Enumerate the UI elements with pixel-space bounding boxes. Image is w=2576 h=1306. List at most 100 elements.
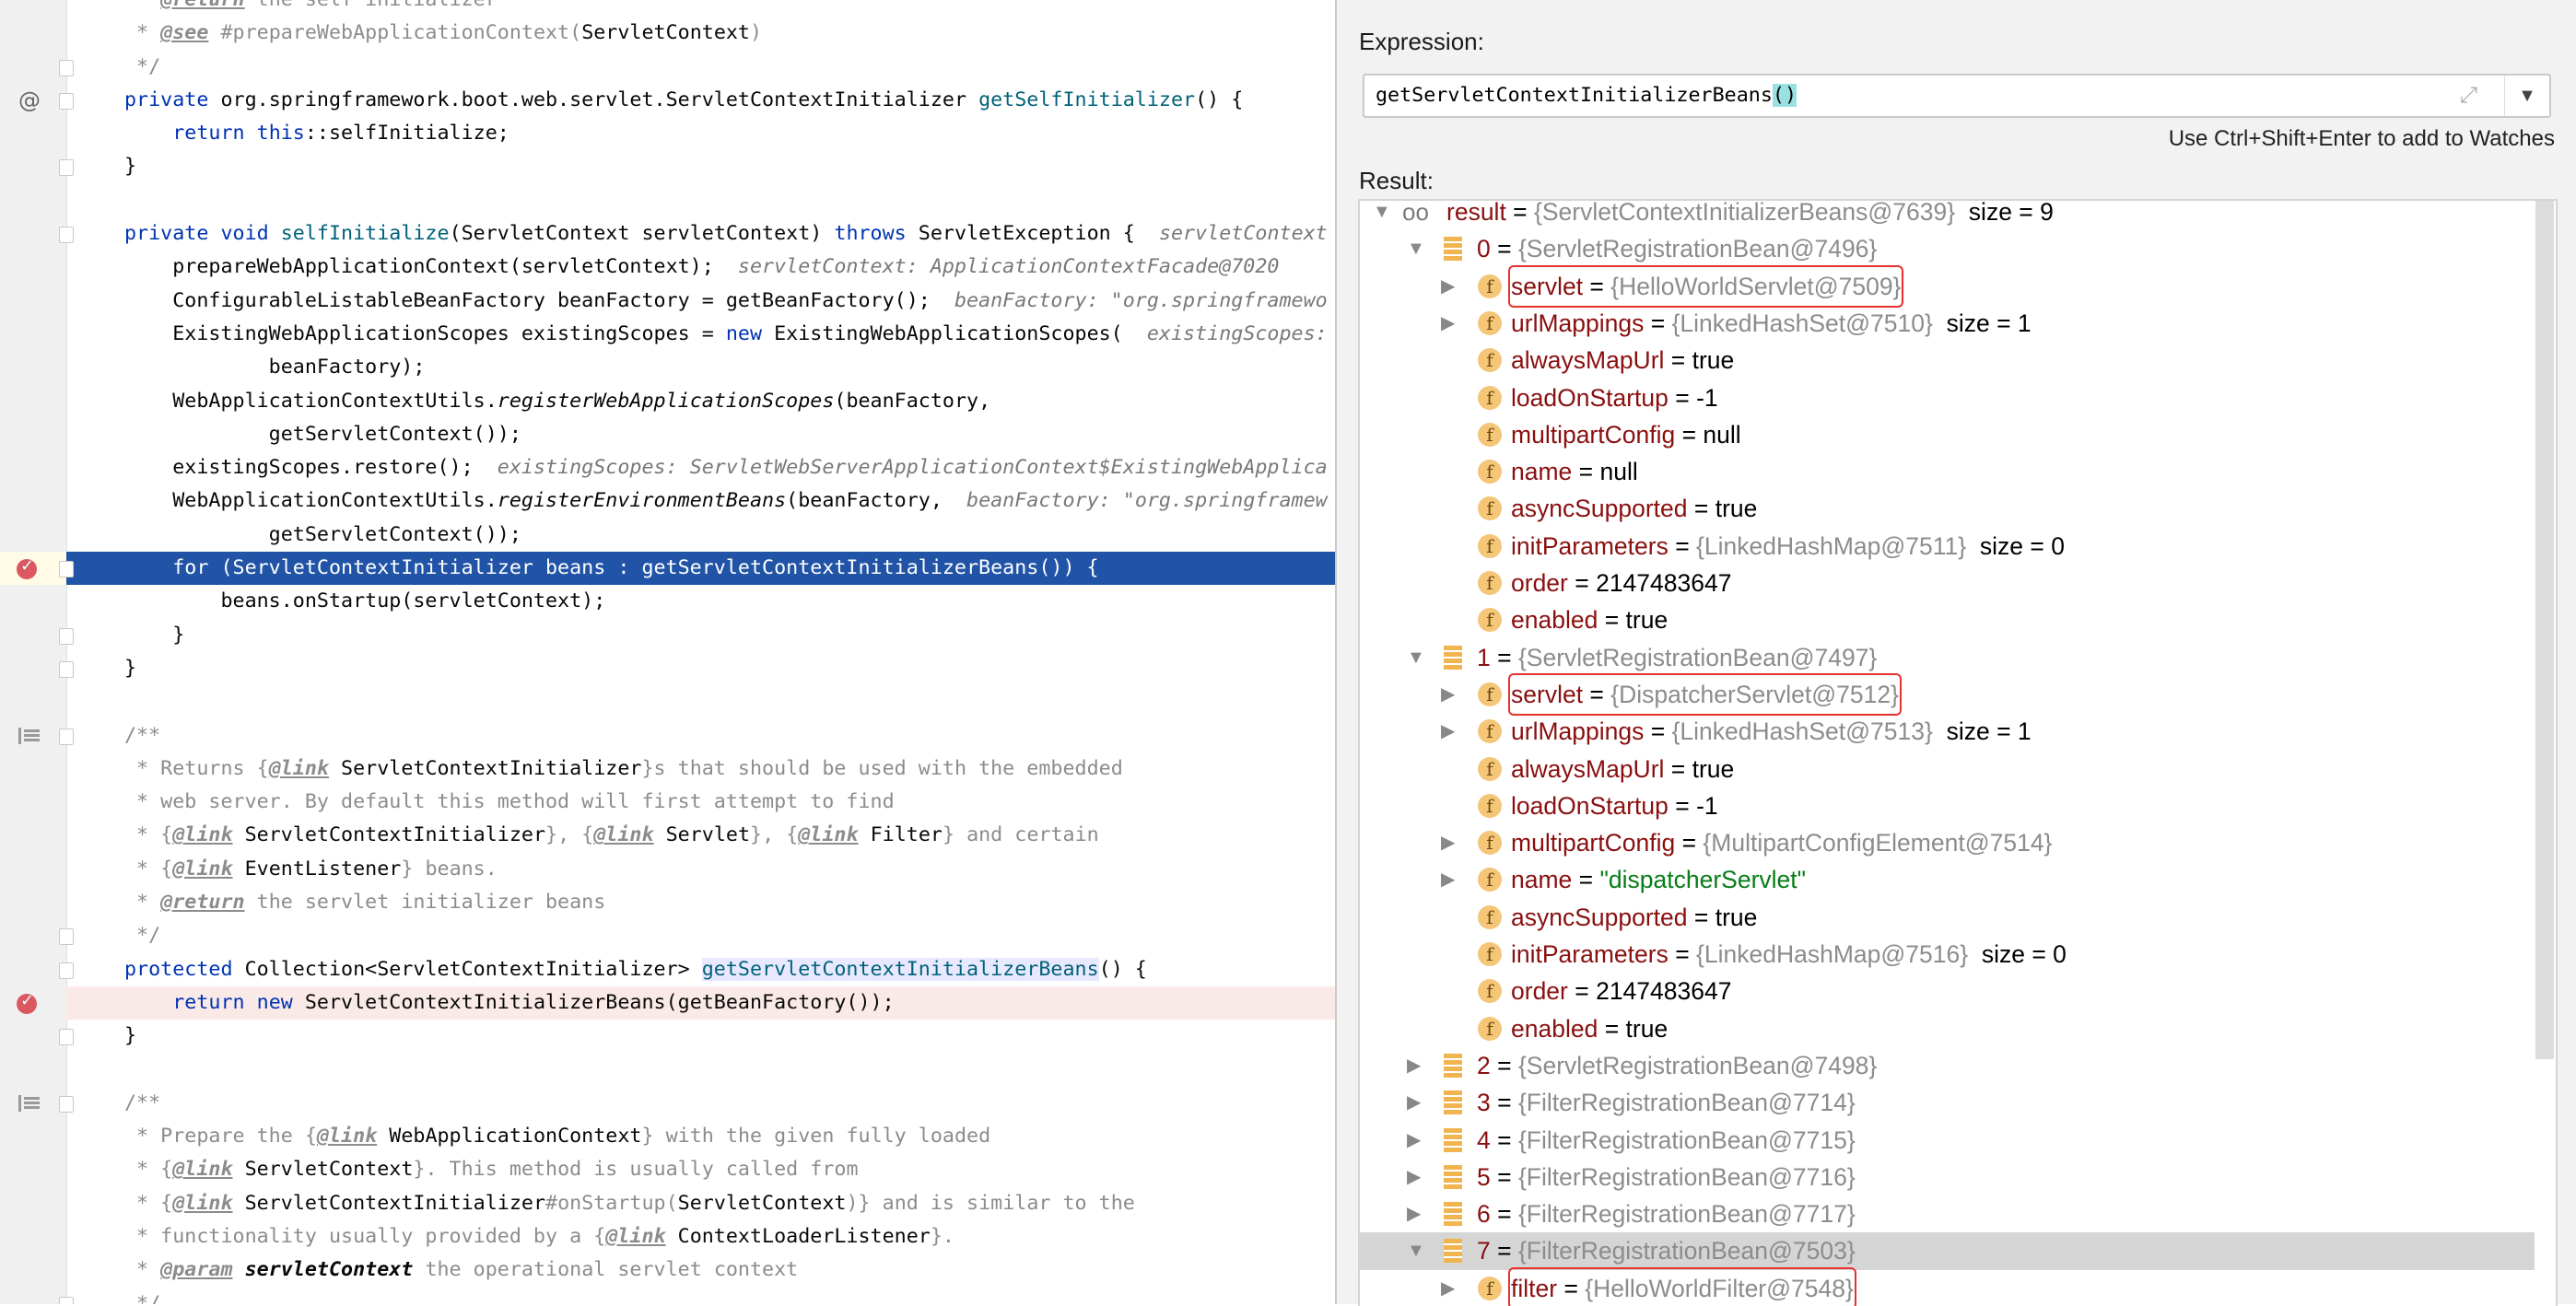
collapsed-arrow-icon[interactable]: ▶ (1407, 1047, 1425, 1084)
code-line[interactable]: * @see #prepareWebApplicationContext(Ser… (0, 17, 1335, 50)
code-line[interactable]: } (0, 652, 1335, 685)
code-line[interactable]: WebApplicationContextUtils.registerEnvir… (0, 484, 1335, 518)
tree-row[interactable]: ▶ f filter = {HelloWorldFilter@7548} (1360, 1266, 2535, 1306)
code-line[interactable]: * functionality usually provided by a {@… (0, 1220, 1335, 1254)
tree-row[interactable]: f enabled = true (1360, 601, 2535, 638)
code-line[interactable]: getServletContext()); (0, 418, 1335, 451)
code-line[interactable]: */ (0, 51, 1335, 84)
code-line[interactable]: } (0, 619, 1335, 652)
override-marker-icon[interactable]: @ (18, 84, 41, 117)
collapsed-arrow-icon[interactable]: ▶ (1407, 1195, 1425, 1232)
code-line[interactable]: return this::selfInitialize; (0, 117, 1335, 150)
collapsed-arrow-icon[interactable]: ▶ (1441, 305, 1459, 342)
code-editor[interactable]: * @return the self initializer * @see #p… (0, 0, 1335, 1304)
tree-row[interactable]: f loadOnStartup = -1 (1360, 379, 2535, 416)
collapsed-arrow-icon[interactable]: ▶ (1407, 1159, 1425, 1195)
code-line[interactable]: */ (0, 919, 1335, 952)
code-line[interactable]: protected Collection<ServletContextIniti… (0, 953, 1335, 986)
vertical-scrollbar[interactable] (2535, 201, 2554, 1059)
code-line[interactable] (0, 685, 1335, 718)
code-line[interactable]: private void selfInitialize(ServletConte… (0, 217, 1335, 251)
tree-row[interactable]: f order = 2147483647 (1360, 565, 2535, 601)
tree-row[interactable]: f multipartConfig = null (1360, 416, 2535, 453)
tree-row[interactable]: ▶ 6 = {FilterRegistrationBean@7717} (1360, 1195, 2535, 1232)
fold-marker-icon[interactable] (59, 928, 74, 946)
code-line[interactable]: * @param servletContext the operational … (0, 1254, 1335, 1287)
tree-row[interactable]: ▶ f urlMappings = {LinkedHashSet@7510} siz… (1360, 305, 2535, 342)
tree-row[interactable]: f asyncSupported = true (1360, 899, 2535, 936)
code-line[interactable]: * {@link ServletContextInitializer}, {@l… (0, 819, 1335, 852)
tree-row[interactable]: f enabled = true (1360, 1010, 2535, 1047)
expanded-arrow-icon[interactable]: ▼ (1407, 639, 1425, 676)
expression-input[interactable]: getServletContextInitializerBeans() ⤢ ▼ (1363, 74, 2551, 118)
fold-marker-icon[interactable] (59, 1029, 74, 1046)
fold-marker-icon[interactable] (59, 660, 74, 678)
tree-row[interactable]: ▼ 7 = {FilterRegistrationBean@7503} (1360, 1232, 2535, 1270)
tree-row[interactable]: f initParameters = {LinkedHashMap@7516} s… (1360, 936, 2535, 973)
expanded-arrow-icon[interactable]: ▼ (1373, 201, 1391, 230)
code-line[interactable]: * {@link ServletContext}. This method is… (0, 1153, 1335, 1186)
collapsed-arrow-icon[interactable]: ▶ (1407, 1122, 1425, 1159)
code-line[interactable]: * {@link ServletContextInitializer#onSta… (0, 1187, 1335, 1220)
code-line[interactable]: * @return the self initializer (0, 0, 1335, 17)
code-line[interactable]: * @return the servlet initializer beans (0, 886, 1335, 919)
tree-row[interactable]: ▶ f urlMappings = {LinkedHashSet@7513} siz… (1360, 713, 2535, 750)
tree-row[interactable]: f alwaysMapUrl = true (1360, 751, 2535, 787)
tree-row[interactable]: ▼ 1 = {ServletRegistrationBean@7497} (1360, 639, 2535, 676)
rendered-doc-icon[interactable] (18, 1094, 40, 1112)
code-line[interactable]: * {@link EventListener} beans. (0, 853, 1335, 886)
tree-row[interactable]: f initParameters = {LinkedHashMap@7511} s… (1360, 528, 2535, 565)
code-line[interactable]: /** (0, 1087, 1335, 1120)
code-line[interactable]: * web server. By default this method wil… (0, 786, 1335, 819)
fold-marker-icon[interactable] (59, 92, 74, 110)
code-line[interactable]: } (0, 150, 1335, 183)
code-line[interactable]: prepareWebApplicationContext(servletCont… (0, 251, 1335, 284)
code-line[interactable]: ConfigurableListableBeanFactory beanFact… (0, 285, 1335, 318)
code-line[interactable]: ExistingWebApplicationScopes existingSco… (0, 318, 1335, 351)
expression-text[interactable]: getServletContextInitializerBeans() (1376, 76, 1797, 116)
fold-marker-icon[interactable] (59, 627, 74, 645)
tree-row[interactable]: ▶ 5 = {FilterRegistrationBean@7716} (1360, 1159, 2535, 1195)
code-line[interactable]: return new ServletContextInitializerBean… (0, 985, 1335, 1020)
tree-row[interactable]: f loadOnStartup = -1 (1360, 787, 2535, 824)
code-line[interactable]: beanFactory); (0, 351, 1335, 384)
fold-marker-icon[interactable] (59, 1296, 74, 1304)
tree-row[interactable]: ▶ 3 = {FilterRegistrationBean@7714} (1360, 1084, 2535, 1121)
code-line[interactable]: } (0, 1020, 1335, 1053)
fold-marker-icon[interactable] (59, 1095, 74, 1113)
tree-row[interactable]: ▶ 2 = {ServletRegistrationBean@7498} (1360, 1047, 2535, 1084)
code-line[interactable]: /** (0, 719, 1335, 752)
result-tree[interactable]: ▼ oo result = {ServletContextInitializerBe… (1358, 199, 2558, 1306)
tree-row[interactable]: ▼ 0 = {ServletRegistrationBean@7496} (1360, 230, 2535, 267)
collapsed-arrow-icon[interactable]: ▶ (1441, 676, 1459, 713)
tree-row[interactable]: ▶ 4 = {FilterRegistrationBean@7715} (1360, 1122, 2535, 1159)
code-line[interactable]: getServletContext()); (0, 519, 1335, 552)
tree-row[interactable]: f order = 2147483647 (1360, 973, 2535, 1009)
collapsed-arrow-icon[interactable]: ▶ (1441, 268, 1459, 305)
fold-marker-icon[interactable] (59, 227, 74, 244)
breakpoint-icon[interactable] (17, 985, 37, 1018)
expanded-arrow-icon[interactable]: ▼ (1407, 230, 1425, 267)
code-line[interactable] (0, 184, 1335, 217)
code-line[interactable]: */ (0, 1288, 1335, 1304)
expand-icon[interactable]: ⤢ (2460, 83, 2477, 109)
code-line[interactable]: private org.springframework.boot.web.ser… (0, 84, 1335, 117)
collapsed-arrow-icon[interactable]: ▶ (1441, 861, 1459, 898)
tree-row[interactable]: f asyncSupported = true (1360, 490, 2535, 527)
tree-row[interactable]: ▼ oo result = {ServletContextInitializerBe… (1360, 201, 2535, 230)
tree-row[interactable]: ▶ f multipartConfig = {MultipartConfigElem… (1360, 824, 2535, 861)
collapsed-arrow-icon[interactable]: ▶ (1441, 713, 1459, 750)
code-line[interactable] (0, 1054, 1335, 1087)
fold-marker-icon[interactable] (59, 728, 74, 745)
fold-marker-icon[interactable] (59, 962, 74, 979)
collapsed-arrow-icon[interactable]: ▶ (1441, 824, 1459, 861)
tree-row[interactable]: ▶ f name = "dispatcherServlet" (1360, 861, 2535, 898)
collapsed-arrow-icon[interactable]: ▶ (1441, 1270, 1459, 1306)
code-line[interactable]: WebApplicationContextUtils.registerWebAp… (0, 385, 1335, 418)
fold-marker-icon[interactable] (59, 159, 74, 177)
fold-marker-icon[interactable] (59, 59, 74, 76)
fold-marker-icon[interactable] (59, 561, 74, 578)
collapsed-arrow-icon[interactable]: ▶ (1407, 1084, 1425, 1121)
code-line[interactable]: beans.onStartup(servletContext); (0, 585, 1335, 618)
expanded-arrow-icon[interactable]: ▼ (1407, 1232, 1425, 1269)
